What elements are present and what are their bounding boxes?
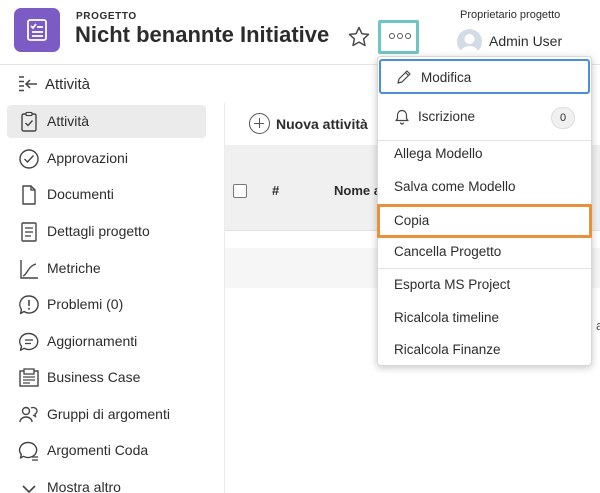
column-header-number[interactable]: # bbox=[272, 183, 279, 198]
menu-item-save-as-template[interactable]: Salva come Modello bbox=[378, 171, 591, 203]
project-app-icon bbox=[14, 8, 60, 52]
sidebar-item-label: Problemi (0) bbox=[47, 296, 124, 312]
speech-bubble-exclamation-icon bbox=[19, 295, 39, 315]
menu-item-subscribe[interactable]: Iscrizione 0 bbox=[378, 101, 591, 133]
sidebar-item-argomenti-coda[interactable]: Argomenti Coda bbox=[7, 434, 206, 467]
sidebar-item-label: Dettagli progetto bbox=[47, 223, 150, 239]
menu-item-label: Copia bbox=[394, 213, 430, 228]
sidebar-item-approvazioni[interactable]: Approvazioni bbox=[7, 142, 206, 175]
check-circle-icon bbox=[19, 149, 39, 169]
menu-item-label: Ricalcola timeline bbox=[394, 310, 500, 325]
menu-item-label: Salva come Modello bbox=[394, 179, 516, 194]
sidebar-item-label: Argomenti Coda bbox=[47, 442, 149, 458]
queue-topics-icon bbox=[18, 441, 38, 461]
column-header-name[interactable]: Nome a bbox=[334, 183, 381, 198]
menu-item-label: Iscrizione bbox=[418, 109, 476, 124]
sidebar-item-label: Approvazioni bbox=[47, 150, 128, 166]
document-icon bbox=[22, 185, 36, 205]
sidebar-item-label: Aggiornamenti bbox=[47, 333, 138, 349]
sidebar-item-label: Mostra altro bbox=[47, 479, 121, 493]
sidebar: Attività Approvazioni Documenti Dettagli… bbox=[0, 103, 224, 493]
plus-circle-icon bbox=[249, 113, 270, 134]
more-actions-button[interactable] bbox=[378, 20, 419, 54]
business-case-icon bbox=[19, 368, 39, 387]
chevron-down-icon bbox=[22, 485, 36, 493]
ellipsis-icon bbox=[389, 33, 411, 41]
menu-item-export-ms-project[interactable]: Esporta MS Project bbox=[378, 269, 591, 301]
owner-name[interactable]: Admin User bbox=[489, 33, 562, 49]
project-header: PROGETTO Nicht benannte Initiative Propr… bbox=[0, 0, 600, 64]
sidebar-item-aggiornamenti[interactable]: Aggiornamenti bbox=[7, 325, 206, 358]
sidebar-item-label: Business Case bbox=[47, 369, 141, 385]
more-actions-menu: Modifica Iscrizione 0 Allega Modello Sal… bbox=[377, 56, 592, 366]
details-icon bbox=[21, 222, 37, 242]
sidebar-item-attivita[interactable]: Attività bbox=[7, 105, 206, 138]
menu-item-recalculate-timeline[interactable]: Ricalcola timeline bbox=[378, 302, 591, 334]
sidebar-item-metriche[interactable]: Metriche bbox=[7, 252, 206, 285]
menu-item-edit[interactable]: Modifica bbox=[379, 59, 590, 94]
chart-line-icon bbox=[20, 260, 38, 279]
sidebar-item-business-case[interactable]: Business Case bbox=[7, 361, 206, 394]
chat-bubble-icon bbox=[19, 332, 39, 351]
show-more-button[interactable]: Mostra altro bbox=[7, 471, 206, 493]
pencil-icon bbox=[397, 70, 411, 84]
menu-item-delete-project[interactable]: Cancella Progetto bbox=[378, 236, 591, 268]
favorite-star-icon[interactable] bbox=[347, 25, 371, 49]
owner-label: Proprietario progetto bbox=[460, 9, 561, 21]
object-type-label: PROGETTO bbox=[76, 11, 137, 22]
clipboard-check-icon bbox=[21, 111, 37, 132]
menu-item-label: Modifica bbox=[421, 70, 472, 85]
truncated-text: a bbox=[596, 318, 600, 333]
panel-header: Attività bbox=[0, 65, 224, 103]
sidebar-item-label: Metriche bbox=[47, 260, 101, 276]
menu-item-copy[interactable]: Copia bbox=[377, 204, 592, 238]
new-task-label: Nuova attività bbox=[276, 116, 368, 132]
menu-item-recalculate-finances[interactable]: Ricalcola Finanze bbox=[378, 334, 591, 366]
menu-item-label: Cancella Progetto bbox=[394, 244, 502, 259]
sidebar-item-label: Attività bbox=[47, 113, 90, 129]
sidebar-item-problemi[interactable]: Problemi (0) bbox=[7, 288, 206, 321]
sidebar-item-dettagli-progetto[interactable]: Dettagli progetto bbox=[7, 215, 206, 248]
bell-icon bbox=[395, 109, 409, 125]
sidebar-item-documenti[interactable]: Documenti bbox=[7, 178, 206, 211]
panel-title: Attività bbox=[45, 76, 91, 93]
menu-item-label: Ricalcola Finanze bbox=[394, 342, 501, 357]
menu-item-label: Esporta MS Project bbox=[394, 277, 511, 292]
sidebar-item-label: Documenti bbox=[47, 186, 114, 202]
menu-item-label: Allega Modello bbox=[394, 146, 483, 161]
people-group-icon bbox=[19, 406, 38, 423]
select-all-checkbox[interactable] bbox=[233, 184, 247, 198]
sidebar-item-label: Gruppi di argomenti bbox=[47, 406, 170, 422]
sidebar-item-gruppi-di-argomenti[interactable]: Gruppi di argomenti bbox=[7, 398, 206, 431]
collapse-panel-icon[interactable] bbox=[18, 75, 38, 93]
avatar[interactable] bbox=[457, 29, 482, 54]
subscriber-count-badge: 0 bbox=[551, 107, 575, 129]
menu-item-attach-template[interactable]: Allega Modello bbox=[378, 138, 591, 170]
page-title[interactable]: Nicht benannte Initiative bbox=[75, 22, 329, 48]
